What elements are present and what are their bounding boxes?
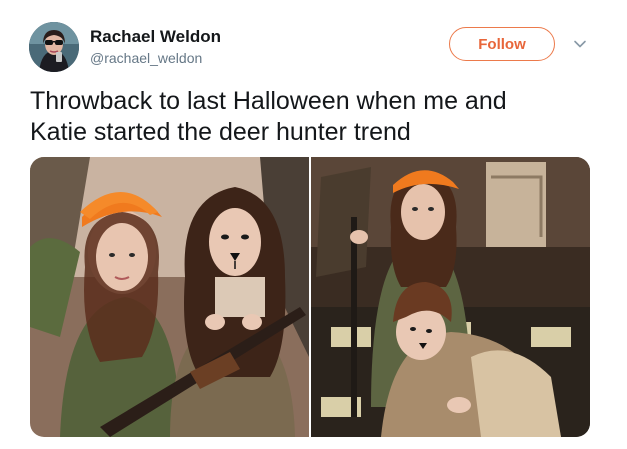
display-name[interactable]: Rachael Weldon [90,27,221,47]
tweet-text-line: Throwback to last Halloween when me and [30,87,507,115]
tweet-text: Throwback to last Halloween when me and … [30,86,610,148]
profile-photo-icon [29,22,79,72]
chevron-down-icon[interactable] [573,37,587,51]
tweet-media [30,157,590,437]
user-handle[interactable]: @rachael_weldon [90,50,202,66]
photo-hunter-and-deer-pose[interactable] [311,157,590,437]
photo-two-girls-costumes[interactable] [30,157,309,437]
tweet-text-line: Katie started the deer hunter trend [30,118,411,146]
tweet-card: Rachael Weldon @rachael_weldon Follow Th… [0,0,627,449]
avatar[interactable] [29,22,79,72]
follow-button[interactable]: Follow [449,27,555,61]
